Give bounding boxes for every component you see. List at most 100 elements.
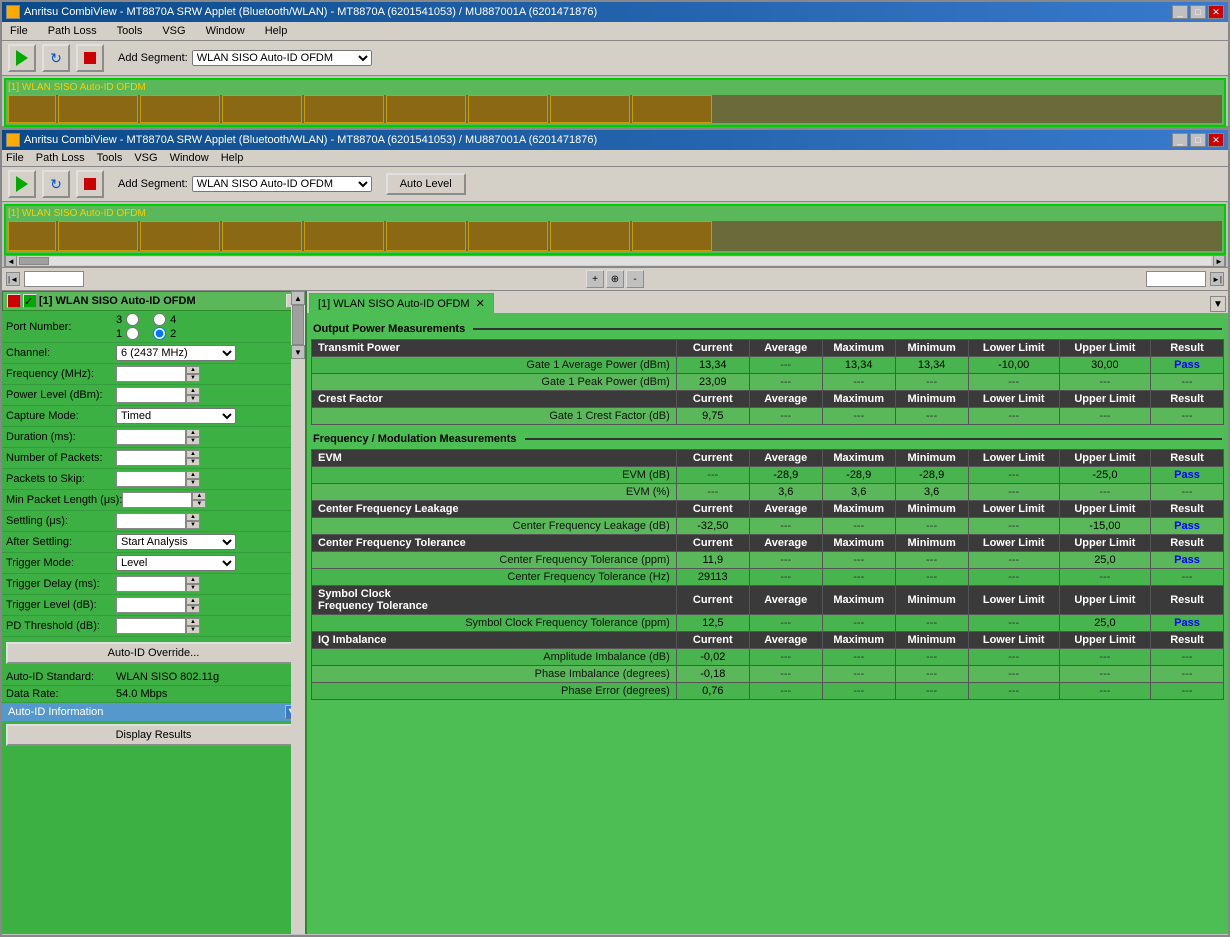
skip-down[interactable]: ▼ [186,479,200,487]
frequency-input[interactable]: 2437,00 [116,366,186,382]
settling-down[interactable]: ▼ [186,521,200,529]
auto-id-override-button[interactable]: Auto-ID Override... [6,642,301,664]
menu-window-1[interactable]: Window [202,24,249,38]
trigger-mode-select[interactable]: Level [116,555,236,571]
left-panel-vscroll[interactable]: ▲ ▼ [291,291,305,934]
pd-threshold-down[interactable]: ▼ [186,626,200,634]
menu-file-1[interactable]: File [6,24,32,38]
after-settling-select[interactable]: Start Analysis [116,534,236,550]
frequency-down[interactable]: ▼ [186,374,200,382]
refresh-button-2[interactable]: ↻ [42,170,70,198]
min-packet-up[interactable]: ▲ [192,492,206,500]
menu-tools-1[interactable]: Tools [113,24,147,38]
menu-tools-2[interactable]: Tools [97,152,123,164]
menu-file-2[interactable]: File [6,152,24,164]
duration-up[interactable]: ▲ [186,429,200,437]
port-2-radio[interactable] [153,327,166,340]
timeline-start-input[interactable]: 0,000 ms [24,271,84,287]
title-divider-1 [473,328,1222,330]
settling-input[interactable]: 0 [116,513,186,529]
auto-level-button[interactable]: Auto Level [386,173,466,195]
cft-header-label: Center Frequency Tolerance [312,535,677,552]
results-tab-close[interactable]: ✕ [476,297,485,310]
skip-up[interactable]: ▲ [186,471,200,479]
add-segment-select-1[interactable]: WLAN SISO Auto-ID OFDM [192,50,372,66]
pd-threshold-input[interactable]: -20 [116,618,186,634]
timeline-end-arrow[interactable]: ►| [1210,272,1224,286]
menu-help-2[interactable]: Help [221,152,244,164]
timeline-end-input[interactable]: 2,000 ms [1146,271,1206,287]
scroll-thumb[interactable] [19,257,49,265]
menu-vsg-1[interactable]: VSG [158,24,189,38]
trigger-delay-down[interactable]: ▼ [186,584,200,592]
refresh-button-1[interactable]: ↻ [42,44,70,72]
packets-row: Number of Packets: 1 ▲ ▼ [2,448,305,469]
packets-up[interactable]: ▲ [186,450,200,458]
minimize-button-2[interactable]: _ [1172,133,1188,147]
duration-input[interactable]: 2,000 [116,429,186,445]
gate1-avg-label: Gate 1 Average Power (dBm) [312,357,677,374]
port-number-row: Port Number: 3 4 1 2 [2,311,305,343]
packets-down[interactable]: ▼ [186,458,200,466]
frequency-up[interactable]: ▲ [186,366,200,374]
trigger-delay-input[interactable]: 0,000 [116,576,186,592]
duration-down[interactable]: ▼ [186,437,200,445]
packets-spinner: 1 ▲ ▼ [116,450,200,466]
phase-imb-result: --- [1151,666,1224,683]
settling-up[interactable]: ▲ [186,513,200,521]
close-button-2[interactable]: ✕ [1208,133,1224,147]
zoom-out-button[interactable]: - [626,270,644,288]
tab-dropdown-btn[interactable]: ▼ [1210,296,1226,312]
trigger-level-up[interactable]: ▲ [186,597,200,605]
stop-button-1[interactable] [76,44,104,72]
gate1-crest-lower: --- [968,408,1059,425]
results-tab-active[interactable]: [1] WLAN SISO Auto-ID OFDM ✕ [309,293,494,313]
trigger-delay-up[interactable]: ▲ [186,576,200,584]
port-3-radio[interactable] [126,313,139,326]
h-scrollbar[interactable]: ◄ ► [4,255,1226,267]
menu-vsg-2[interactable]: VSG [134,152,157,164]
capture-mode-select[interactable]: Timed [116,408,236,424]
segment-check-btn[interactable]: ✓ [23,294,37,308]
skip-input[interactable]: 0 [116,471,186,487]
col-current-2: Current [676,391,749,408]
scroll-left-arrow[interactable]: ◄ [5,255,17,267]
gate1-peak-result: --- [1151,374,1224,391]
phase-imb-row: Phase Imbalance (degrees) -0,18 --- --- … [312,666,1224,683]
scroll-right-arrow[interactable]: ► [1213,255,1225,267]
vscroll-thumb[interactable] [292,305,304,345]
add-segment-select-2[interactable]: WLAN SISO Auto-ID OFDM [192,176,372,192]
trigger-level-input[interactable]: -20 [116,597,186,613]
vscroll-down-arrow[interactable]: ▼ [291,345,305,359]
channel-select[interactable]: 6 (2437 MHz) [116,345,236,361]
port-4-radio[interactable] [153,313,166,326]
packets-input[interactable]: 1 [116,450,186,466]
play-button-1[interactable] [8,44,36,72]
min-packet-down[interactable]: ▼ [192,500,206,508]
maximize-button-1[interactable]: □ [1190,5,1206,19]
timeline-start-arrow[interactable]: |◄ [6,272,20,286]
menu-help-1[interactable]: Help [261,24,292,38]
play-button-2[interactable] [8,170,36,198]
power-input[interactable]: 12,00 [116,387,186,403]
menu-window-2[interactable]: Window [170,152,209,164]
segment-close-btn[interactable] [7,294,21,308]
minimize-button-1[interactable]: _ [1172,5,1188,19]
close-button-1[interactable]: ✕ [1208,5,1224,19]
maximize-button-2[interactable]: □ [1190,133,1206,147]
power-down[interactable]: ▼ [186,395,200,403]
zoom-fit-button[interactable]: ⊕ [606,270,624,288]
menu-pathloss-1[interactable]: Path Loss [44,24,101,38]
zoom-in-button[interactable]: + [586,270,604,288]
power-up[interactable]: ▲ [186,387,200,395]
port-1-radio[interactable] [126,327,139,340]
vscroll-up-arrow[interactable]: ▲ [291,291,305,305]
trigger-level-down[interactable]: ▼ [186,605,200,613]
segment-title: [1] WLAN SISO Auto-ID OFDM [39,295,196,307]
min-packet-input[interactable]: 20 [122,492,192,508]
stop-button-2[interactable] [76,170,104,198]
display-results-button[interactable]: Display Results [6,724,301,746]
menu-pathloss-2[interactable]: Path Loss [36,152,85,164]
pd-threshold-up[interactable]: ▲ [186,618,200,626]
scft-ppm-average: --- [749,615,822,632]
